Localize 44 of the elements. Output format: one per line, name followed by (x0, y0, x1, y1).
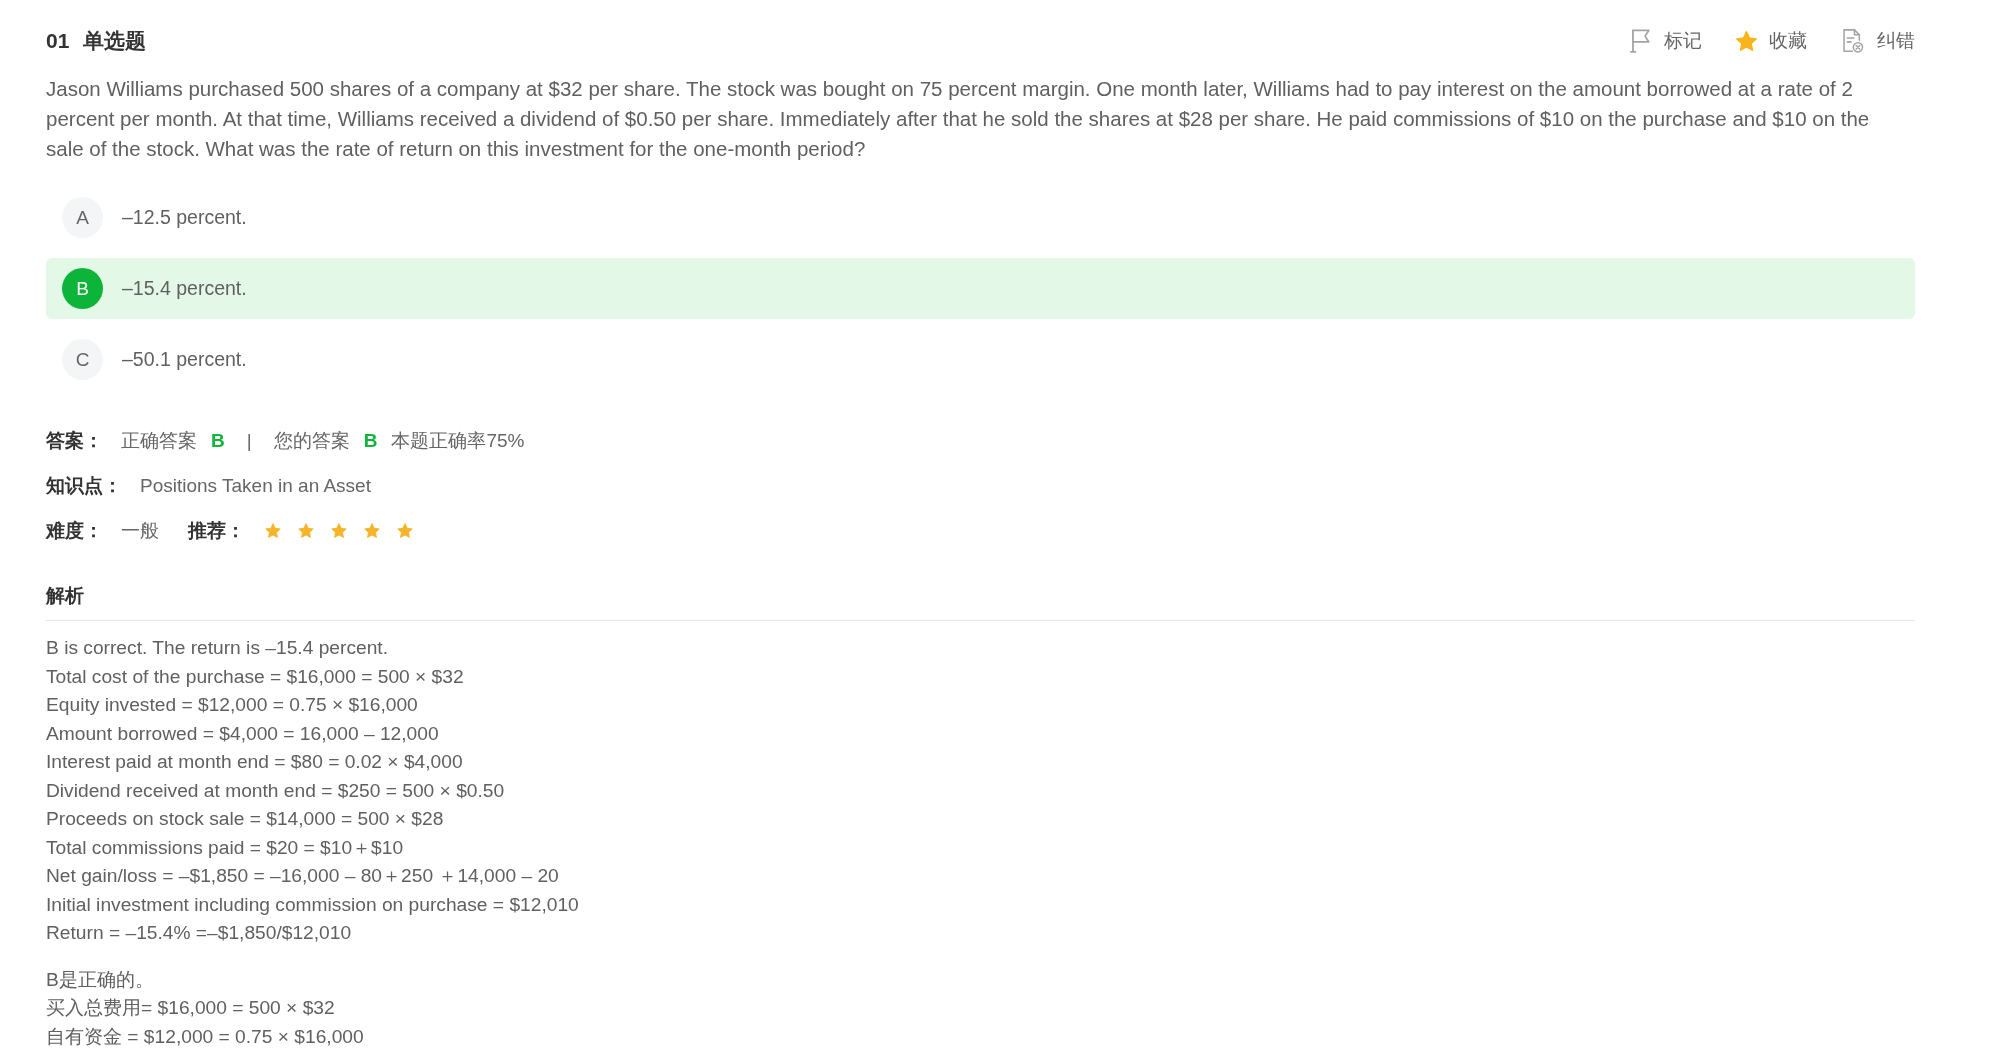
star-icon (265, 523, 281, 538)
section-title: 解析 (46, 584, 85, 608)
knowledge-point-label: 知识点： (46, 473, 122, 498)
option-letter: B (62, 268, 103, 309)
answer-label: 答案： (46, 428, 103, 453)
separator-text: | (246, 429, 252, 452)
answer-option[interactable]: C –50.1 percent. (46, 329, 1915, 390)
explanation-line: B是正确的。 (46, 967, 155, 992)
knowledge-point-text: Positions Taken in an Asset (140, 474, 371, 497)
option-letter: C (62, 339, 103, 380)
your-answer-label: 您的答案 (273, 428, 350, 453)
explanation-line: Interest paid at month end = $80 = 0.02 × $4,000 (46, 750, 464, 774)
option-letter: A (62, 197, 103, 238)
explanation-line: Total cost of the purchase = $16,000 = 500 × $32 (46, 664, 465, 689)
question-number: 01 (46, 28, 70, 54)
explanation-line: Amount borrowed = $4,000 = 16,000 – 12,000 (46, 721, 440, 746)
star-icon (298, 523, 314, 538)
explanation-line: Initial investment including commission on purchase = $12,010 (46, 892, 580, 917)
correct-answer-label: 正确答案 (121, 428, 197, 453)
answer-option[interactable]: A –12.5 percent. (46, 187, 1915, 248)
difficulty-label: 难度： (46, 518, 103, 543)
star-icon (364, 523, 380, 538)
explanation-line: Dividend received at month end = $250 = 500 × $0.50 (46, 778, 506, 803)
question-type: 单选题 (83, 28, 147, 54)
answer-option[interactable]: B –15.4 percent. (46, 258, 1915, 319)
accuracy-rate-text: 本题正确率75% (391, 428, 525, 453)
difficulty-text: 一般 (121, 518, 159, 543)
star-icon (331, 523, 347, 538)
explanation-line: Proceeds on stock sale = $14,000 = 500 × $28 (46, 807, 445, 831)
your-answer-letter: B (363, 429, 378, 452)
explanation-line: Net gain/loss = –$1,850 = –16,000 – 80＋250 ＋14,000 – 20 (46, 864, 560, 888)
explanation-line: Total commissions paid = $20 = $10＋$10 (46, 835, 405, 860)
explanation-line: Return = –15.4% =–$1,850/$12,010 (46, 921, 353, 945)
star-icon (397, 523, 413, 538)
explanation-line: B is correct. The return is –15.4 percent. (46, 636, 389, 660)
correct-answer-letter: B (211, 429, 225, 452)
favorite-button[interactable]: 收藏 (1736, 28, 1807, 54)
explanation-line: 自有资金 = $12,000 = 0.75 × $16,000 (46, 1024, 365, 1049)
explanation-line: 买入总费用= $16,000 = 500 × $32 (46, 996, 336, 1020)
recommend-label: 推荐： (188, 518, 245, 543)
report-error-button[interactable]: 纠错 (1841, 28, 1915, 54)
question-text: Jason Williams purchased 500 shares of a company at $32 per share. The stock was bought on 75 percent margin. One month later, Williams had to pay interest on the amount borrowed at a rate of 2 percent per month. At that time, Williams received a dividend of $0.50 per share. Immediately after that he sold the shares at $28 per share. He paid commissions of $10 on the purchase and $10 on the sale of the stock. What was the rate of return on this investment for the one-month period? (46, 76, 1871, 162)
mark-button[interactable]: 标记 (1628, 28, 1702, 54)
explanation-line: Equity invested = $12,000 = 0.75 × $16,000 (46, 693, 419, 717)
